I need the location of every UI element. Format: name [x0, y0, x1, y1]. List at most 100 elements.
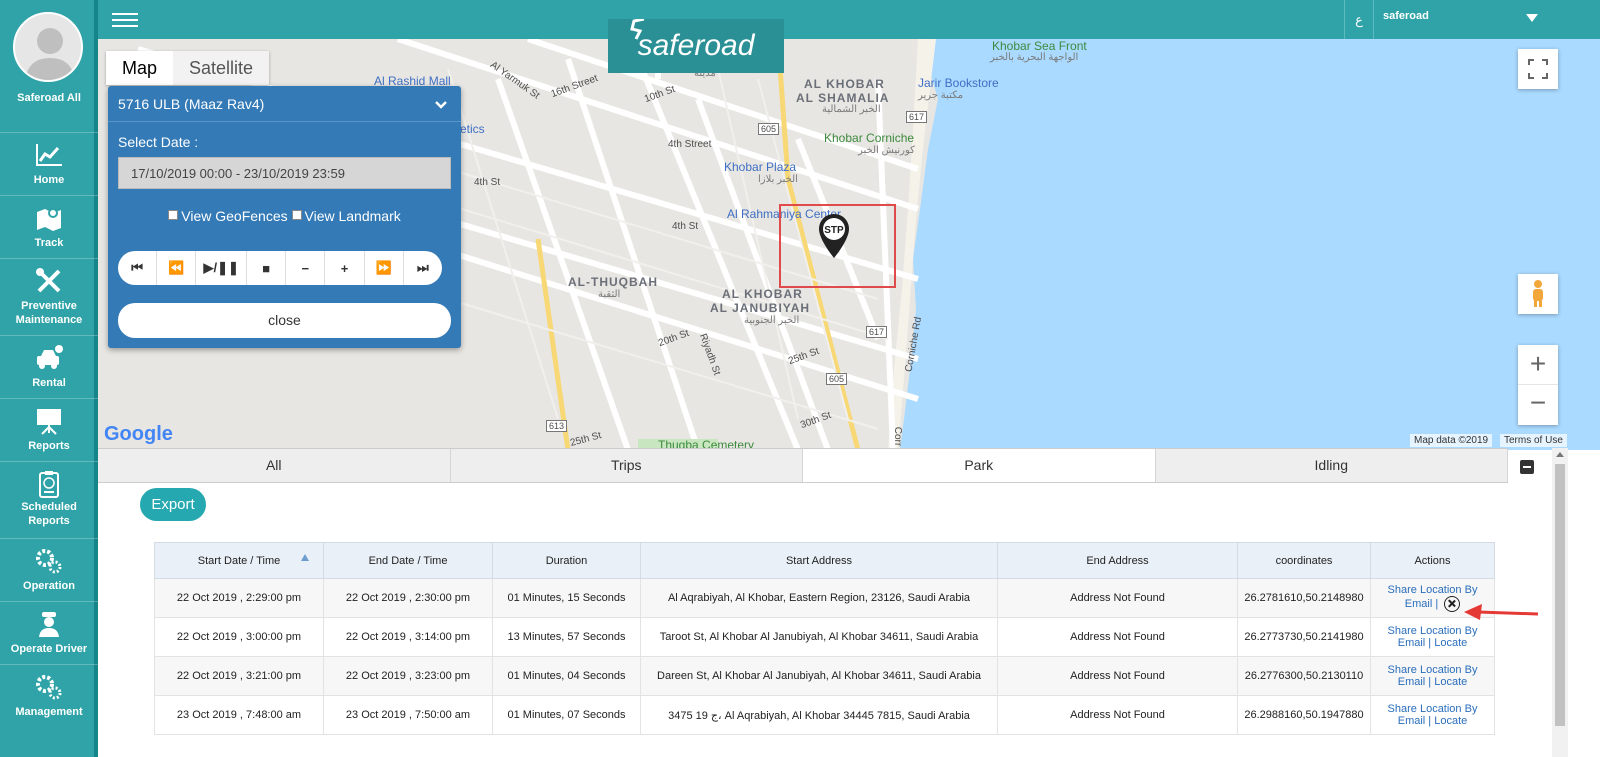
fast-forward-button[interactable]: ⏩: [365, 251, 404, 285]
map-type-tabs: Map Satellite: [106, 51, 270, 85]
skip-end-button[interactable]: ⏭: [404, 251, 442, 285]
zoom-out-button[interactable]: −: [1518, 385, 1558, 425]
zoom-in-button[interactable]: +: [1518, 345, 1558, 385]
top-bar: ع saferoad: [98, 0, 1600, 39]
avatar[interactable]: [13, 12, 83, 82]
geofences-checkbox[interactable]: [168, 210, 179, 220]
header-label: Start Address: [785, 554, 853, 567]
chevron-down-icon[interactable]: [435, 96, 447, 112]
nav-preventive-maintenance[interactable]: Preventive Maintenance: [0, 258, 98, 326]
chart-icon: [36, 144, 62, 166]
email-link[interactable]: Email |: [1405, 598, 1438, 610]
col-actions: Actions: [1370, 542, 1495, 579]
nav-track[interactable]: Track: [0, 195, 98, 258]
cell-end-address: Address Not Found: [997, 695, 1238, 735]
col-end-date[interactable]: End Date / Time: [323, 542, 493, 579]
locate-link[interactable]: Locate: [1434, 676, 1467, 688]
brand-name: saferoad: [637, 29, 755, 62]
park-table: Start Date / Time End Date / Time Durati…: [154, 542, 1495, 735]
col-coordinates[interactable]: coordinates: [1237, 542, 1371, 579]
map-label: الخبر الجنوبية: [744, 315, 800, 326]
account-name[interactable]: saferoad: [1383, 10, 1429, 22]
landmark-label: View Landmark: [304, 208, 401, 224]
nav-reports[interactable]: Reports: [0, 398, 98, 461]
street-view-pegman-icon[interactable]: [1518, 274, 1558, 314]
stop-marker-icon[interactable]: STP: [818, 214, 850, 258]
nav-label: Management: [15, 706, 83, 718]
cell-coordinates: 26.2781610,50.2148980: [1237, 578, 1371, 618]
map-tab-satellite[interactable]: Satellite: [173, 51, 270, 85]
cell-end-date: 22 Oct 2019 , 2:30:00 pm: [323, 578, 493, 618]
nav-rental[interactable]: Rental: [0, 335, 98, 398]
cell-start-address: Dareen St, Al Khobar Al Janubiyah, Al Kh…: [640, 656, 998, 696]
share-location-link[interactable]: Share Location By: [1388, 664, 1478, 676]
tab-park[interactable]: Park: [803, 449, 1156, 482]
cell-end-address: Address Not Found: [997, 578, 1238, 618]
scrollbar[interactable]: [1552, 448, 1568, 757]
skip-start-button[interactable]: ⏮: [118, 251, 158, 285]
minimize-icon[interactable]: [1520, 460, 1534, 474]
report-tabs: All Trips Park Idling: [98, 448, 1508, 483]
terms-link[interactable]: Terms of Use: [1500, 434, 1567, 447]
tab-all[interactable]: All: [98, 449, 451, 482]
nav-label: Scheduled Reports: [21, 501, 77, 527]
col-start-date[interactable]: Start Date / Time: [154, 542, 324, 579]
scroll-up-icon[interactable]: [1556, 452, 1564, 457]
nav-operation[interactable]: Operation: [0, 538, 98, 601]
nav-label: Reports: [28, 440, 70, 452]
cell-end-date: 22 Oct 2019 , 3:23:00 pm: [323, 656, 493, 696]
nav-label: Home: [33, 174, 65, 186]
email-link[interactable]: Email |: [1398, 715, 1431, 727]
cell-actions: Share Location By Email | Locate: [1370, 695, 1495, 735]
playback-controls: ⏮ ⏪ ▶/❚❚ ■ − + ⏩ ⏭: [118, 251, 442, 285]
nav-scheduled-reports[interactable]: Scheduled Reports: [0, 461, 98, 527]
street-label: 4th St: [474, 177, 501, 188]
email-link[interactable]: Email |: [1398, 676, 1431, 688]
route-shield: 613: [546, 420, 568, 432]
chevron-down-icon[interactable]: [1526, 14, 1538, 22]
nav-label: Rental: [32, 377, 66, 389]
play-pause-button[interactable]: ▶/❚❚: [196, 251, 248, 285]
locate-link[interactable]: Locate: [1434, 637, 1467, 649]
select-date-label: Select Date :: [118, 134, 199, 150]
rewind-button[interactable]: ⏪: [157, 251, 197, 285]
close-button[interactable]: close: [118, 303, 451, 338]
tab-trips[interactable]: Trips: [450, 449, 803, 482]
fullscreen-icon[interactable]: [1518, 49, 1558, 89]
col-duration[interactable]: Duration: [492, 542, 641, 579]
stop-button[interactable]: ■: [247, 251, 287, 285]
route-shield: 605: [758, 123, 780, 135]
col-end-address[interactable]: End Address: [997, 542, 1238, 579]
cell-start-date: 22 Oct 2019 , 3:21:00 pm: [154, 656, 324, 696]
share-location-link[interactable]: Share Location By: [1388, 584, 1478, 596]
email-link[interactable]: Email |: [1398, 637, 1431, 649]
map-poi-label: Khobar Sea Front: [992, 39, 1087, 53]
scroll-thumb[interactable]: [1555, 464, 1565, 726]
tab-idling[interactable]: Idling: [1155, 449, 1508, 482]
presentation-icon: [37, 409, 61, 435]
share-location-link[interactable]: Share Location By: [1388, 703, 1478, 715]
annotation-arrow-icon: [1464, 604, 1539, 620]
menu-icon[interactable]: [112, 13, 138, 27]
sort-asc-icon[interactable]: [301, 554, 309, 561]
nav-label: Preventive Maintenance: [15, 300, 83, 326]
nav-label: Operate Driver: [10, 643, 88, 655]
locate-link[interactable]: Locate: [1434, 715, 1467, 727]
map-label: الثقبة: [598, 289, 621, 300]
street-label: Corr: [892, 426, 904, 447]
landmark-checkbox[interactable]: [291, 210, 302, 220]
export-button[interactable]: Export: [140, 488, 206, 521]
nav-operate-driver[interactable]: Operate Driver: [0, 601, 98, 664]
map-tab-map[interactable]: Map: [106, 51, 173, 85]
date-range-input[interactable]: 17/10/2019 00:00 - 23/10/2019 23:59: [118, 157, 451, 189]
cell-coordinates: 26.2773730,50.2141980: [1237, 617, 1371, 657]
slower-button[interactable]: −: [286, 251, 326, 285]
faster-button[interactable]: +: [325, 251, 365, 285]
language-toggle[interactable]: ع: [1344, 0, 1374, 39]
cell-duration: 01 Minutes, 04 Seconds: [492, 656, 641, 696]
col-start-address[interactable]: Start Address: [640, 542, 998, 579]
nav-management[interactable]: Management: [0, 664, 98, 727]
close-circle-icon[interactable]: [1444, 596, 1461, 612]
share-location-link[interactable]: Share Location By: [1388, 625, 1478, 637]
nav-home[interactable]: Home: [0, 132, 98, 195]
